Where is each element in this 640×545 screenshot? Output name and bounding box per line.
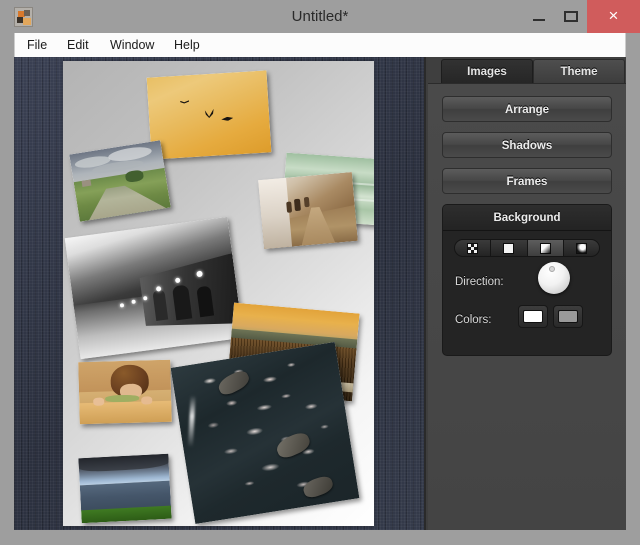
background-section: Background [442,204,612,356]
menu-item-edit[interactable]: Edit [60,33,96,57]
photo-bw-tunnel-hall[interactable] [65,217,244,359]
colors-label: Colors: [455,314,491,326]
photo-birds-golden-sky[interactable] [147,70,272,159]
color-chip-white [523,310,543,323]
title-bar: Untitled* × [0,0,640,33]
photo-sepia-colonnade[interactable] [258,172,358,249]
minimize-button[interactable] [523,0,555,33]
fill-type-transparent-checker[interactable] [455,240,491,256]
photo-dark-water-sparkle-birds[interactable] [171,342,360,524]
fill-type-linear-gradient[interactable] [528,240,564,256]
photo-child-at-table[interactable] [78,360,172,424]
linear-gradient-swatch-icon [540,243,551,254]
minimize-icon [533,19,545,21]
maximize-icon [564,11,578,22]
gradient-color-start-button[interactable] [518,305,548,328]
gradient-color-end-button[interactable] [553,305,583,328]
shadows-button[interactable]: Shadows [442,132,612,158]
close-button[interactable]: × [587,0,640,33]
frames-button[interactable]: Frames [442,168,612,194]
maximize-button[interactable] [555,0,587,33]
side-panel: Images Theme Arrange Shadows Frames Back… [428,57,626,530]
panel-tab-bar: Images Theme [428,57,626,83]
tab-theme[interactable]: Theme [533,59,625,83]
menu-item-window[interactable]: Window [103,33,161,57]
solid-swatch-icon [503,243,514,254]
theme-tab-panel: Arrange Shadows Frames Background [428,83,626,530]
knob-indicator-icon [549,266,555,272]
photo-lake-green-shore[interactable] [78,454,171,524]
direction-label: Direction: [455,276,504,288]
menu-item-help[interactable]: Help [167,33,207,57]
radial-gradient-swatch-icon [576,243,587,254]
photo-green-field-river[interactable] [69,140,171,222]
fill-type-solid-color[interactable] [491,240,527,256]
close-icon: × [587,0,640,33]
checker-swatch-icon [467,243,478,254]
fill-type-radial-gradient[interactable] [564,240,599,256]
application-window: Untitled* × File Edit Window Help [0,0,640,545]
window-right-edge [626,33,640,530]
collage-sheet[interactable] [63,61,374,526]
window-left-edge [0,33,14,530]
menu-bar: File Edit Window Help [14,33,626,57]
canvas-workspace[interactable] [14,57,426,530]
client-area: Images Theme Arrange Shadows Frames Back… [14,57,626,530]
window-bottom-edge [0,530,640,545]
background-section-title: Background [443,205,611,231]
color-chip-gray [558,310,578,323]
tab-images[interactable]: Images [441,59,533,83]
direction-knob[interactable] [538,262,570,294]
arrange-button[interactable]: Arrange [442,96,612,122]
fill-type-segmented-control[interactable] [454,239,600,257]
menu-item-file[interactable]: File [20,33,54,57]
